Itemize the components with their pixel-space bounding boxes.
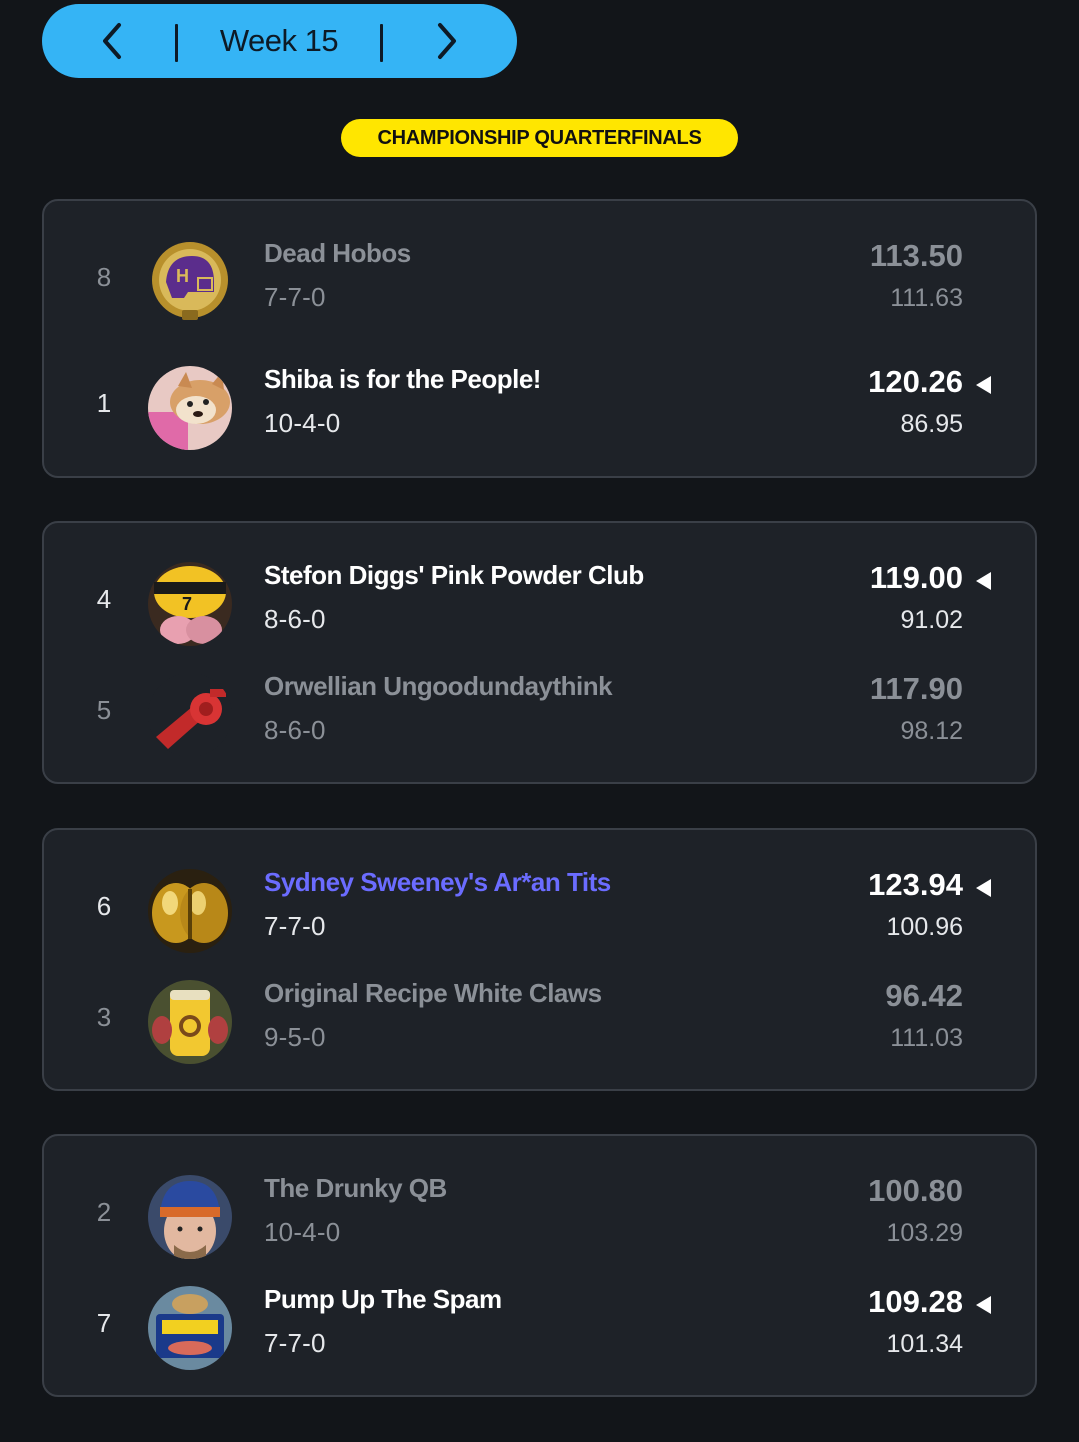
team-record: 10-4-0: [264, 408, 341, 438]
team-record: 9-5-0: [264, 1022, 326, 1052]
previous-week-button[interactable]: [77, 4, 147, 78]
team-row[interactable]: 6 Sydney Sweeney's Ar*an Tits 7-7-0 123.…: [44, 861, 1035, 961]
winner-arrow-icon: [976, 572, 991, 590]
team-projected-score: 98.12: [900, 717, 963, 745]
team-row[interactable]: 7 Pump Up The Spam 7-7-0 109.28 101.34: [44, 1278, 1035, 1378]
team-name[interactable]: Stefon Diggs' Pink Powder Club: [264, 560, 644, 591]
matchup-card[interactable]: 6 Sydney Sweeney's Ar*an Tits 7-7-0 123.…: [42, 828, 1037, 1091]
team-score: 119.00: [869, 560, 963, 595]
shiba-dog-photo: [148, 366, 232, 450]
team-avatar: [148, 673, 232, 757]
team-row[interactable]: 5 Orwellian Ungoodundaythink 8-6-0 117.9…: [44, 665, 1035, 765]
gold-sphere-photo: [148, 869, 232, 953]
team-projected-score: 111.63: [890, 284, 963, 312]
team-name[interactable]: Dead Hobos: [264, 238, 411, 269]
seed: 7: [96, 1308, 112, 1338]
round-badge: CHAMPIONSHIP QUARTERFINALS: [341, 119, 738, 157]
red-whistle-icon: [148, 673, 232, 757]
team-avatar: [148, 980, 232, 1064]
team-avatar: [148, 1175, 232, 1259]
team-avatar: 7: [148, 562, 232, 646]
team-score: 123.94: [868, 867, 963, 902]
team-projected-score: 91.02: [900, 606, 963, 634]
winner-arrow-icon: [976, 879, 991, 897]
team-name[interactable]: Original Recipe White Claws: [264, 978, 602, 1009]
yellow-can-photo: [148, 980, 232, 1064]
nav-divider: [380, 24, 383, 62]
team-name[interactable]: Orwellian Ungoodundaythink: [264, 671, 613, 702]
team-avatar: [148, 366, 232, 450]
team-record: 8-6-0: [264, 715, 326, 745]
dead-hobos-helmet-logo: H: [148, 240, 232, 324]
team-row[interactable]: 3 Original Recipe White Claws 9-5-0 96.4…: [44, 972, 1035, 1072]
team-projected-score: 103.29: [886, 1219, 963, 1247]
team-score: 117.90: [869, 671, 963, 706]
team-row[interactable]: 8 H Dead Hobos 7-7-0 113.50 111.63: [44, 232, 1035, 332]
matchup-card[interactable]: 4 7 Stefon Diggs' Pink Powder Club 8-6-0…: [42, 521, 1037, 784]
team-projected-score: 86.95: [900, 410, 963, 438]
winner-arrow-icon: [976, 376, 991, 394]
team-projected-score: 101.34: [886, 1330, 963, 1358]
team-record: 8-6-0: [264, 604, 326, 634]
team-record: 7-7-0: [264, 911, 326, 941]
seed: 8: [96, 262, 112, 292]
seed: 1: [96, 388, 112, 418]
team-record: 7-7-0: [264, 1328, 326, 1358]
team-avatar: [148, 869, 232, 953]
matchup-card[interactable]: 2 The Drunky QB 10-4-0 100.80 103.29 7 P…: [42, 1134, 1037, 1397]
team-score: 113.50: [869, 238, 963, 273]
seed: 2: [96, 1197, 112, 1227]
team-avatar: H: [148, 240, 232, 324]
team-name[interactable]: The Drunky QB: [264, 1173, 447, 1204]
team-projected-score: 111.03: [890, 1024, 963, 1052]
seed: 3: [96, 1002, 112, 1032]
team-score: 100.80: [868, 1173, 963, 1208]
team-record: 10-4-0: [264, 1217, 341, 1247]
week-navigator: Week 15: [42, 4, 517, 78]
man-beanie-photo: [148, 1175, 232, 1259]
winner-arrow-icon: [976, 1296, 991, 1314]
chevron-right-icon: [438, 23, 456, 59]
seed: 6: [96, 891, 112, 921]
team-row[interactable]: 4 7 Stefon Diggs' Pink Powder Club 8-6-0…: [44, 554, 1035, 654]
matchup-card[interactable]: 8 H Dead Hobos 7-7-0 113.50 111.63 1 Shi…: [42, 199, 1037, 478]
seed: 5: [96, 695, 112, 725]
team-record: 7-7-0: [264, 282, 326, 312]
svg-text:7: 7: [182, 594, 192, 614]
yellow-beanie-photo: 7: [148, 562, 232, 646]
team-name[interactable]: Sydney Sweeney's Ar*an Tits: [264, 867, 611, 898]
team-score: 96.42: [885, 978, 963, 1013]
chevron-left-icon: [103, 23, 121, 59]
week-label[interactable]: Week 15: [178, 4, 380, 78]
spam-can-photo: [148, 1286, 232, 1370]
team-name[interactable]: Shiba is for the People!: [264, 364, 541, 395]
seed: 4: [96, 584, 112, 614]
next-week-button[interactable]: [412, 4, 482, 78]
team-projected-score: 100.96: [886, 913, 963, 941]
team-score: 109.28: [868, 1284, 963, 1319]
team-name[interactable]: Pump Up The Spam: [264, 1284, 502, 1315]
svg-text:H: H: [176, 266, 189, 286]
team-row[interactable]: 2 The Drunky QB 10-4-0 100.80 103.29: [44, 1167, 1035, 1267]
team-row[interactable]: 1 Shiba is for the People! 10-4-0 120.26…: [44, 358, 1035, 458]
team-avatar: [148, 1286, 232, 1370]
team-score: 120.26: [868, 364, 963, 399]
